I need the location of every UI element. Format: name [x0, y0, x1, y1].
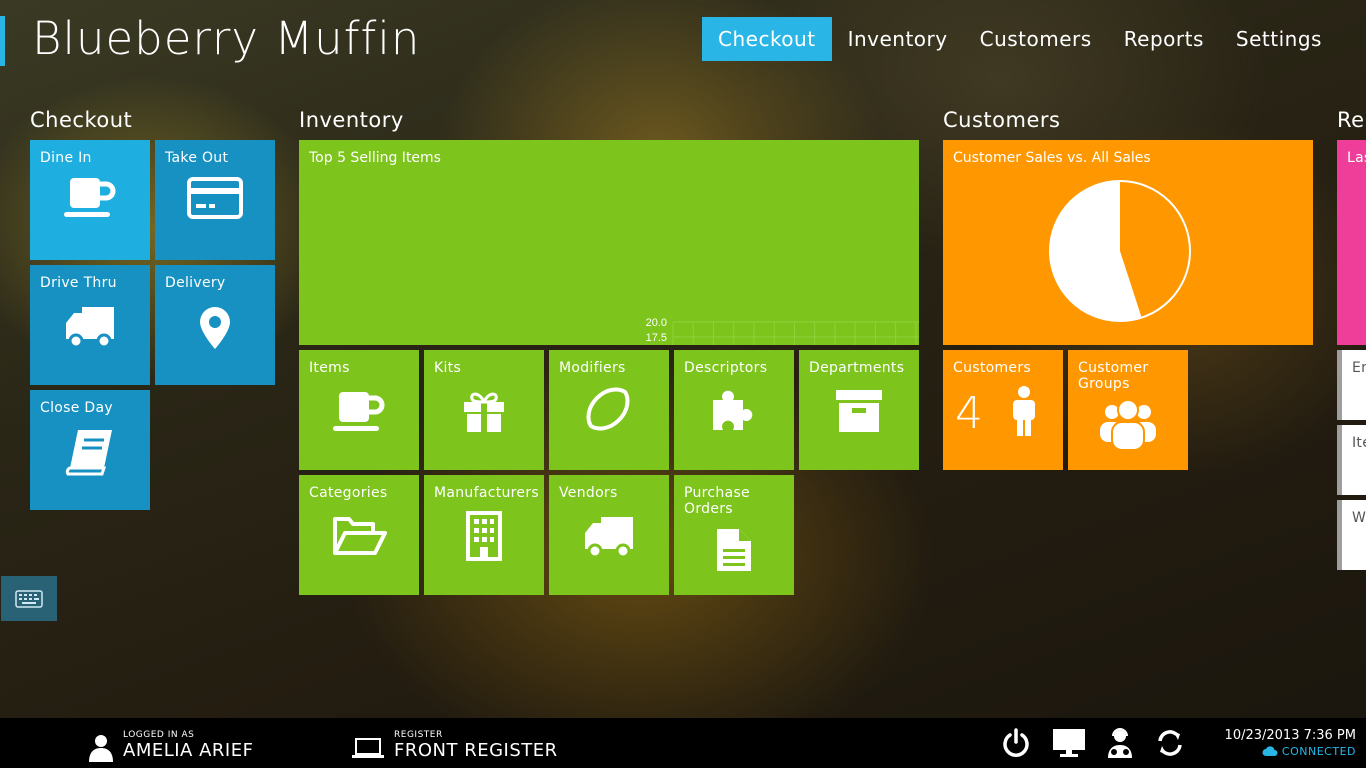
top-selling-chart-tile[interactable]: Top 5 Selling Items 2.55.07.510.012.515.…: [299, 140, 919, 345]
book-icon: [30, 428, 150, 476]
tile-kits[interactable]: Kits: [424, 350, 544, 470]
tile-label: Vendors: [559, 485, 618, 501]
tile-dine-in[interactable]: Dine In: [30, 140, 150, 260]
person-icon: [1009, 386, 1039, 442]
tile-reports-last[interactable]: Las: [1337, 140, 1366, 345]
tile-label: Customers: [953, 360, 1031, 376]
tile-label: Las: [1347, 150, 1366, 166]
credit-card-icon: [155, 174, 275, 222]
tile-delivery[interactable]: Delivery: [155, 265, 275, 385]
logged-in-caption: LOGGED IN AS: [123, 730, 195, 740]
tile-reports-1[interactable]: En: [1337, 350, 1366, 420]
tile-label: W: [1352, 510, 1366, 526]
tile-label: Customer Groups: [1078, 360, 1149, 392]
keyboard-toggle-button[interactable]: [1, 576, 57, 621]
gift-icon: [424, 388, 544, 434]
connection-status: CONNECTED: [1262, 745, 1356, 758]
top-navigation: Checkout Inventory Customers Reports Set…: [702, 17, 1338, 61]
register-caption: REGISTER: [394, 730, 443, 740]
register-info[interactable]: REGISTER FRONT REGISTER: [352, 718, 592, 768]
tile-label: Categories: [309, 485, 388, 501]
y-tick-label: 20.0: [646, 317, 667, 329]
tile-drive-thru[interactable]: Drive Thru: [30, 265, 150, 385]
app-title: Blueberry Muffin: [32, 12, 421, 65]
customer-sales-chart-tile[interactable]: Customer Sales vs. All Sales: [943, 140, 1313, 345]
tile-label: Descriptors: [684, 360, 768, 376]
tile-label: Dine In: [40, 150, 92, 166]
sync-icon[interactable]: [1155, 728, 1185, 758]
nav-inventory[interactable]: Inventory: [832, 17, 964, 61]
monitor-icon[interactable]: [1052, 728, 1086, 758]
logged-in-user[interactable]: LOGGED IN AS AMELIA ARIEF: [88, 718, 328, 768]
tile-label: Kits: [434, 360, 462, 376]
connection-status-text: CONNECTED: [1281, 745, 1356, 758]
date-time: 10/23/2013 7:36 PM: [1224, 728, 1356, 743]
tile-label: Manufacturers: [434, 485, 539, 501]
map-marker-icon: [155, 305, 275, 351]
tile-label: Ite: [1352, 435, 1366, 451]
tile-label: Delivery: [165, 275, 226, 291]
customers-count: 4: [955, 388, 983, 439]
truck-icon: [549, 515, 669, 559]
section-title-inventory: Inventory: [299, 108, 404, 132]
tile-reports-2[interactable]: Ite: [1337, 425, 1366, 495]
section-title-checkout: Checkout: [30, 108, 133, 132]
logged-in-user-name: AMELIA ARIEF: [123, 740, 254, 761]
power-icon[interactable]: [1002, 728, 1030, 758]
tile-categories[interactable]: Categories: [299, 475, 419, 595]
tile-customer-groups[interactable]: Customer Groups: [1068, 350, 1188, 470]
section-title-reports: Rep: [1337, 108, 1366, 132]
tile-label: Close Day: [40, 400, 113, 416]
coffee-cup-icon: [299, 388, 419, 438]
tile-customers[interactable]: Customers 4: [943, 350, 1063, 470]
tile-label: En: [1352, 360, 1366, 376]
tile-label: Items: [309, 360, 350, 376]
folder-open-icon: [299, 513, 419, 557]
building-icon: [424, 511, 544, 561]
header-accent-bar: [0, 16, 5, 66]
tile-label: Purchase Orders: [684, 485, 750, 517]
nav-customers[interactable]: Customers: [964, 17, 1108, 61]
customer-sales-pie-chart: [1049, 180, 1191, 322]
y-tick-label: 17.5: [646, 332, 667, 344]
document-icon: [674, 527, 794, 573]
lemon-icon: [549, 386, 669, 434]
tile-label: Modifiers: [559, 360, 626, 376]
laptop-icon: [352, 738, 384, 758]
top-selling-bar-chart: 2.55.07.510.012.515.017.520.0Bacon, EgBo…: [646, 317, 919, 345]
tile-items[interactable]: Items: [299, 350, 419, 470]
tile-reports-3[interactable]: W: [1337, 500, 1366, 570]
register-name: FRONT REGISTER: [394, 740, 558, 761]
puzzle-icon: [674, 386, 794, 434]
coffee-cup-icon: [30, 174, 150, 224]
archive-box-icon: [799, 388, 919, 434]
tile-vendors[interactable]: Vendors: [549, 475, 669, 595]
user-icon: [89, 735, 113, 762]
nav-checkout[interactable]: Checkout: [702, 17, 832, 61]
support-agent-icon[interactable]: [1106, 728, 1134, 758]
tile-close-day[interactable]: Close Day: [30, 390, 150, 510]
tile-purchase-orders[interactable]: Purchase Orders: [674, 475, 794, 595]
section-title-customers: Customers: [943, 108, 1061, 132]
keyboard-icon: [15, 589, 43, 608]
tile-modifiers[interactable]: Modifiers: [549, 350, 669, 470]
tile-manufacturers[interactable]: Manufacturers: [424, 475, 544, 595]
nav-reports[interactable]: Reports: [1108, 17, 1220, 61]
user-group-icon: [1068, 398, 1188, 452]
tile-take-out[interactable]: Take Out: [155, 140, 275, 260]
tile-departments[interactable]: Departments: [799, 350, 919, 470]
tile-label: Drive Thru: [40, 275, 117, 291]
status-bar: LOGGED IN AS AMELIA ARIEF REGISTER FRONT…: [0, 718, 1366, 768]
tile-label: Take Out: [165, 150, 229, 166]
nav-settings[interactable]: Settings: [1220, 17, 1338, 61]
tile-label: Departments: [809, 360, 905, 376]
tile-descriptors[interactable]: Descriptors: [674, 350, 794, 470]
truck-icon: [30, 305, 150, 349]
cloud-icon: [1262, 746, 1278, 756]
